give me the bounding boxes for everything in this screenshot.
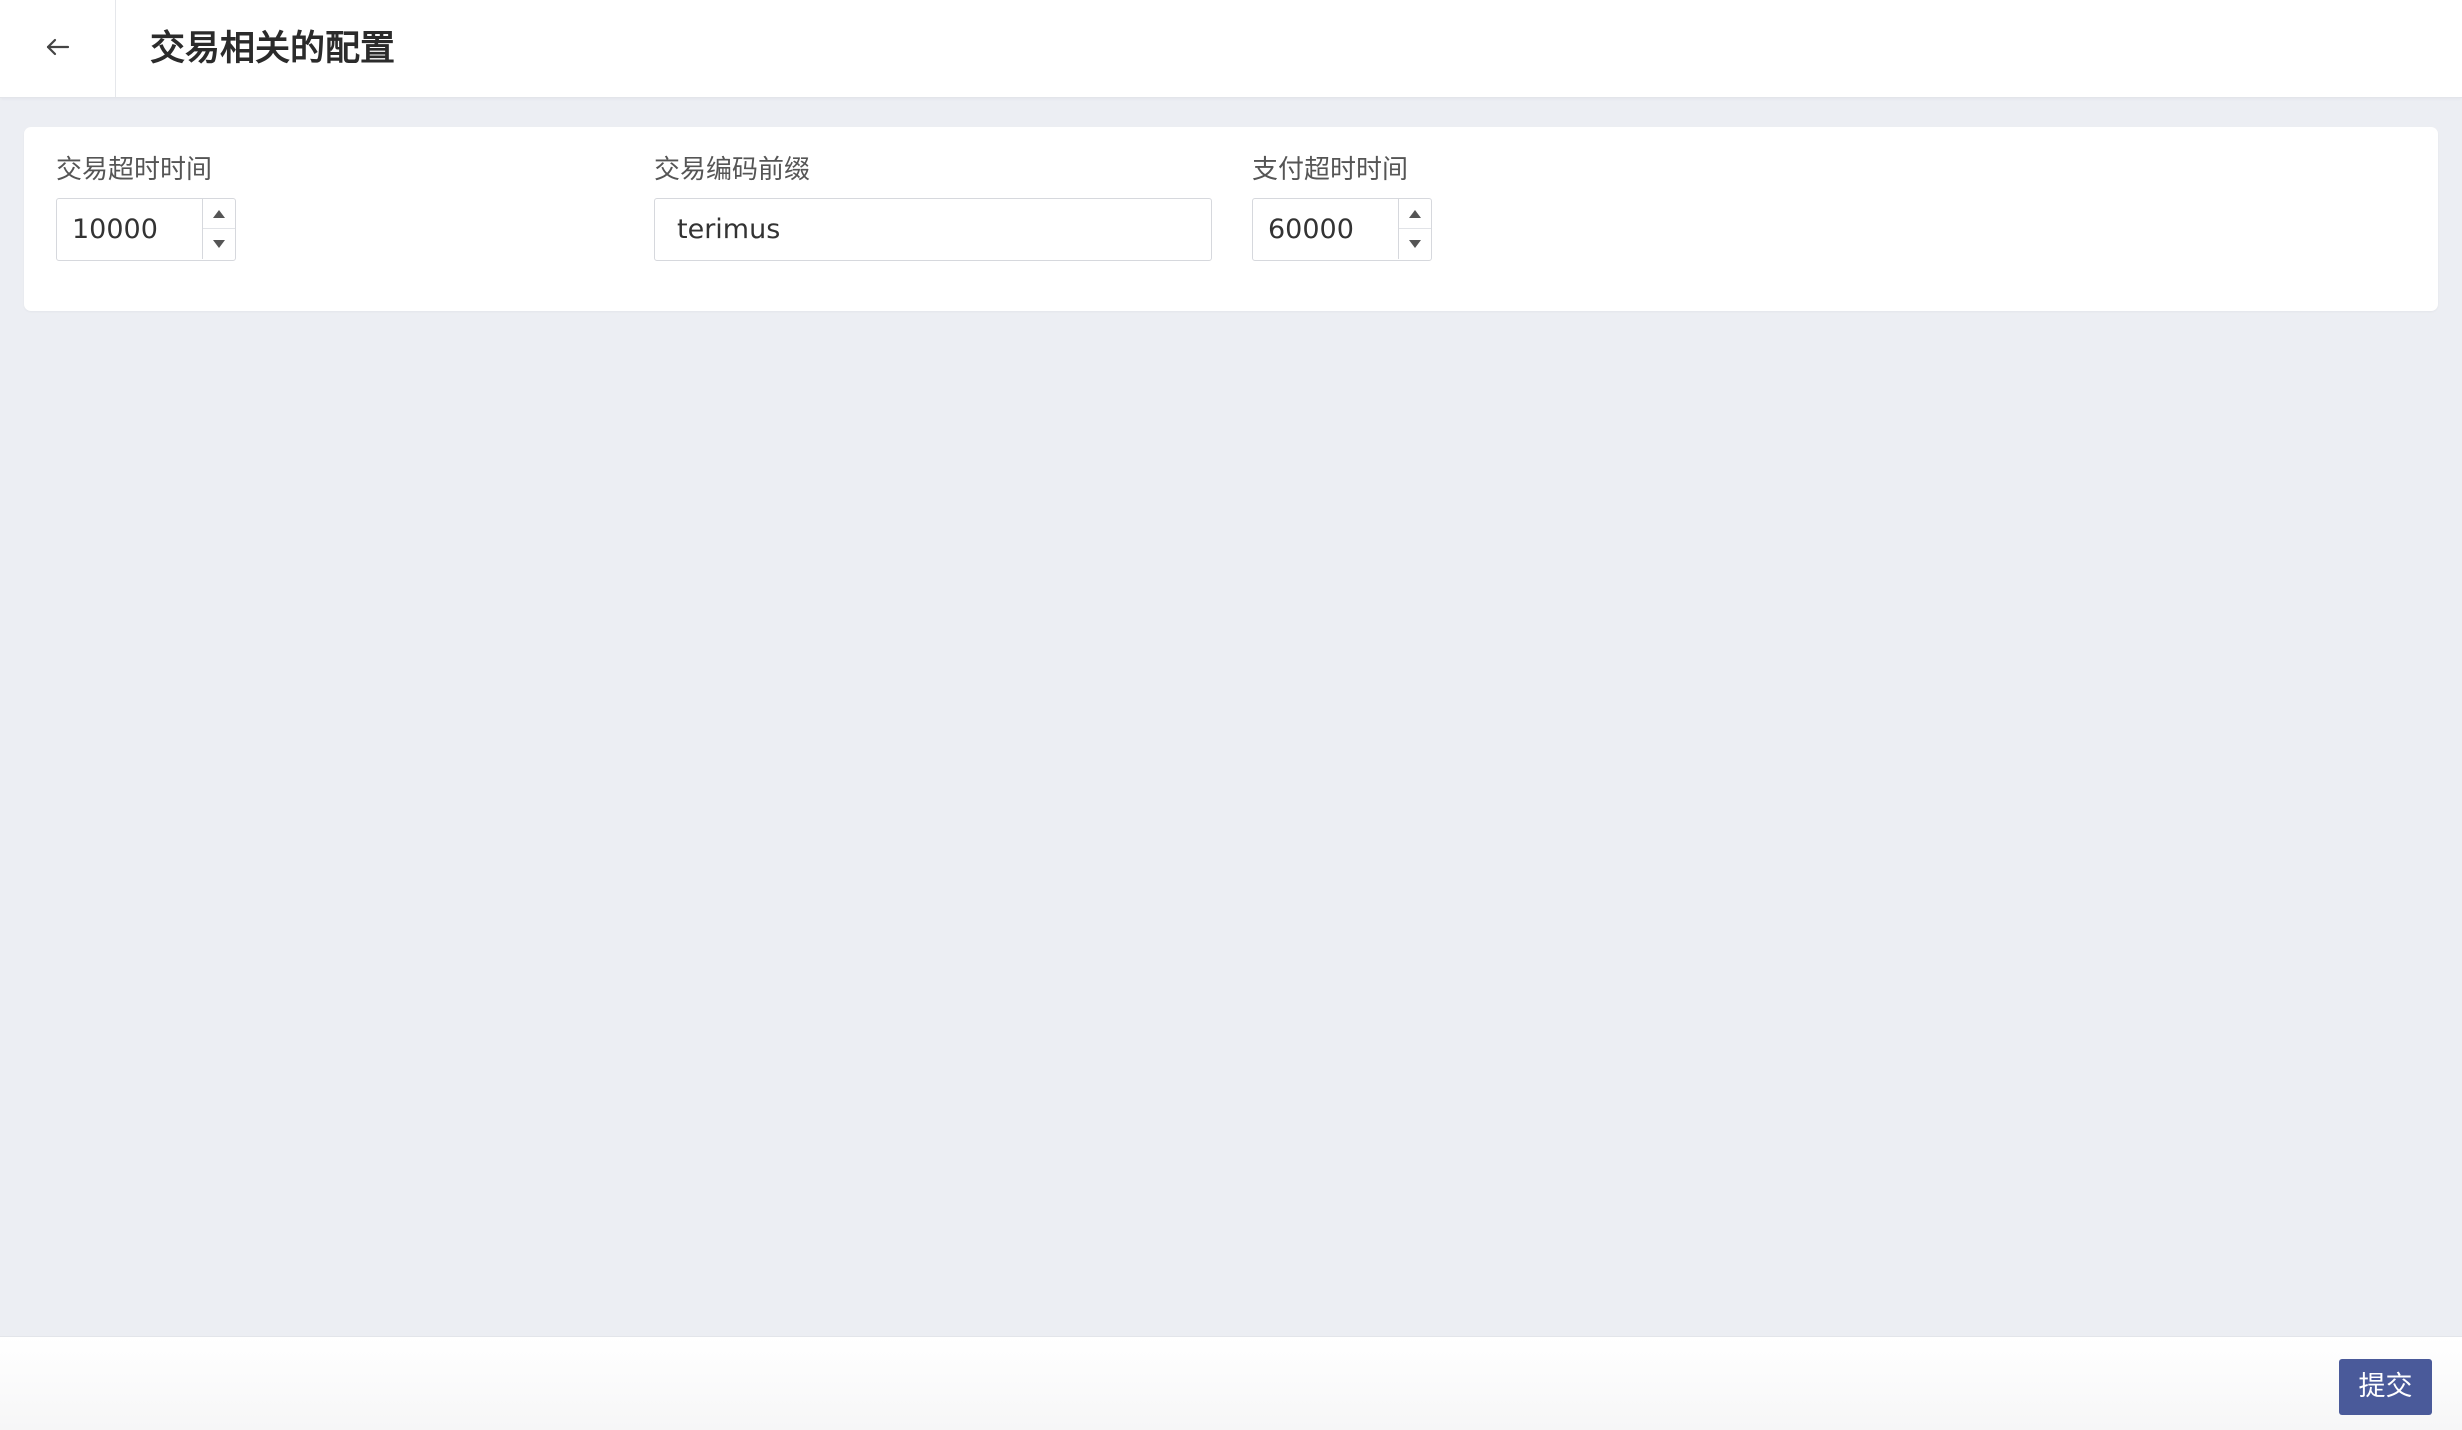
payment-timeout-stepper	[1252, 198, 1432, 261]
header-bar: 交易相关的配置	[0, 0, 2462, 98]
decrement-button[interactable]	[1399, 229, 1431, 259]
trade-code-prefix-input[interactable]	[654, 198, 1212, 261]
payment-timeout-input[interactable]	[1253, 199, 1397, 259]
page-title: 交易相关的配置	[150, 29, 396, 69]
back-button[interactable]	[0, 0, 116, 97]
config-form-card: 交易超时时间 交易编码前缀 支付超时时间	[24, 127, 2438, 311]
caret-down-icon	[1409, 240, 1421, 248]
increment-button[interactable]	[1399, 199, 1431, 229]
caret-down-icon	[213, 240, 225, 248]
trade-timeout-input[interactable]	[57, 199, 201, 259]
trade-timeout-label: 交易超时时间	[56, 155, 213, 185]
decrement-button[interactable]	[203, 229, 235, 259]
payment-timeout-label: 支付超时时间	[1252, 155, 1409, 185]
caret-up-icon	[1409, 209, 1421, 218]
increment-button[interactable]	[203, 199, 235, 229]
payment-timeout-stepper-controls	[1398, 199, 1431, 259]
trade-code-prefix-label: 交易编码前缀	[654, 155, 811, 185]
footer-bar: 提交	[0, 1336, 2462, 1430]
trade-timeout-stepper-controls	[202, 199, 235, 259]
trade-timeout-stepper	[56, 198, 236, 261]
caret-up-icon	[213, 209, 225, 218]
arrow-left-icon	[45, 37, 71, 61]
submit-button[interactable]: 提交	[2339, 1359, 2432, 1415]
